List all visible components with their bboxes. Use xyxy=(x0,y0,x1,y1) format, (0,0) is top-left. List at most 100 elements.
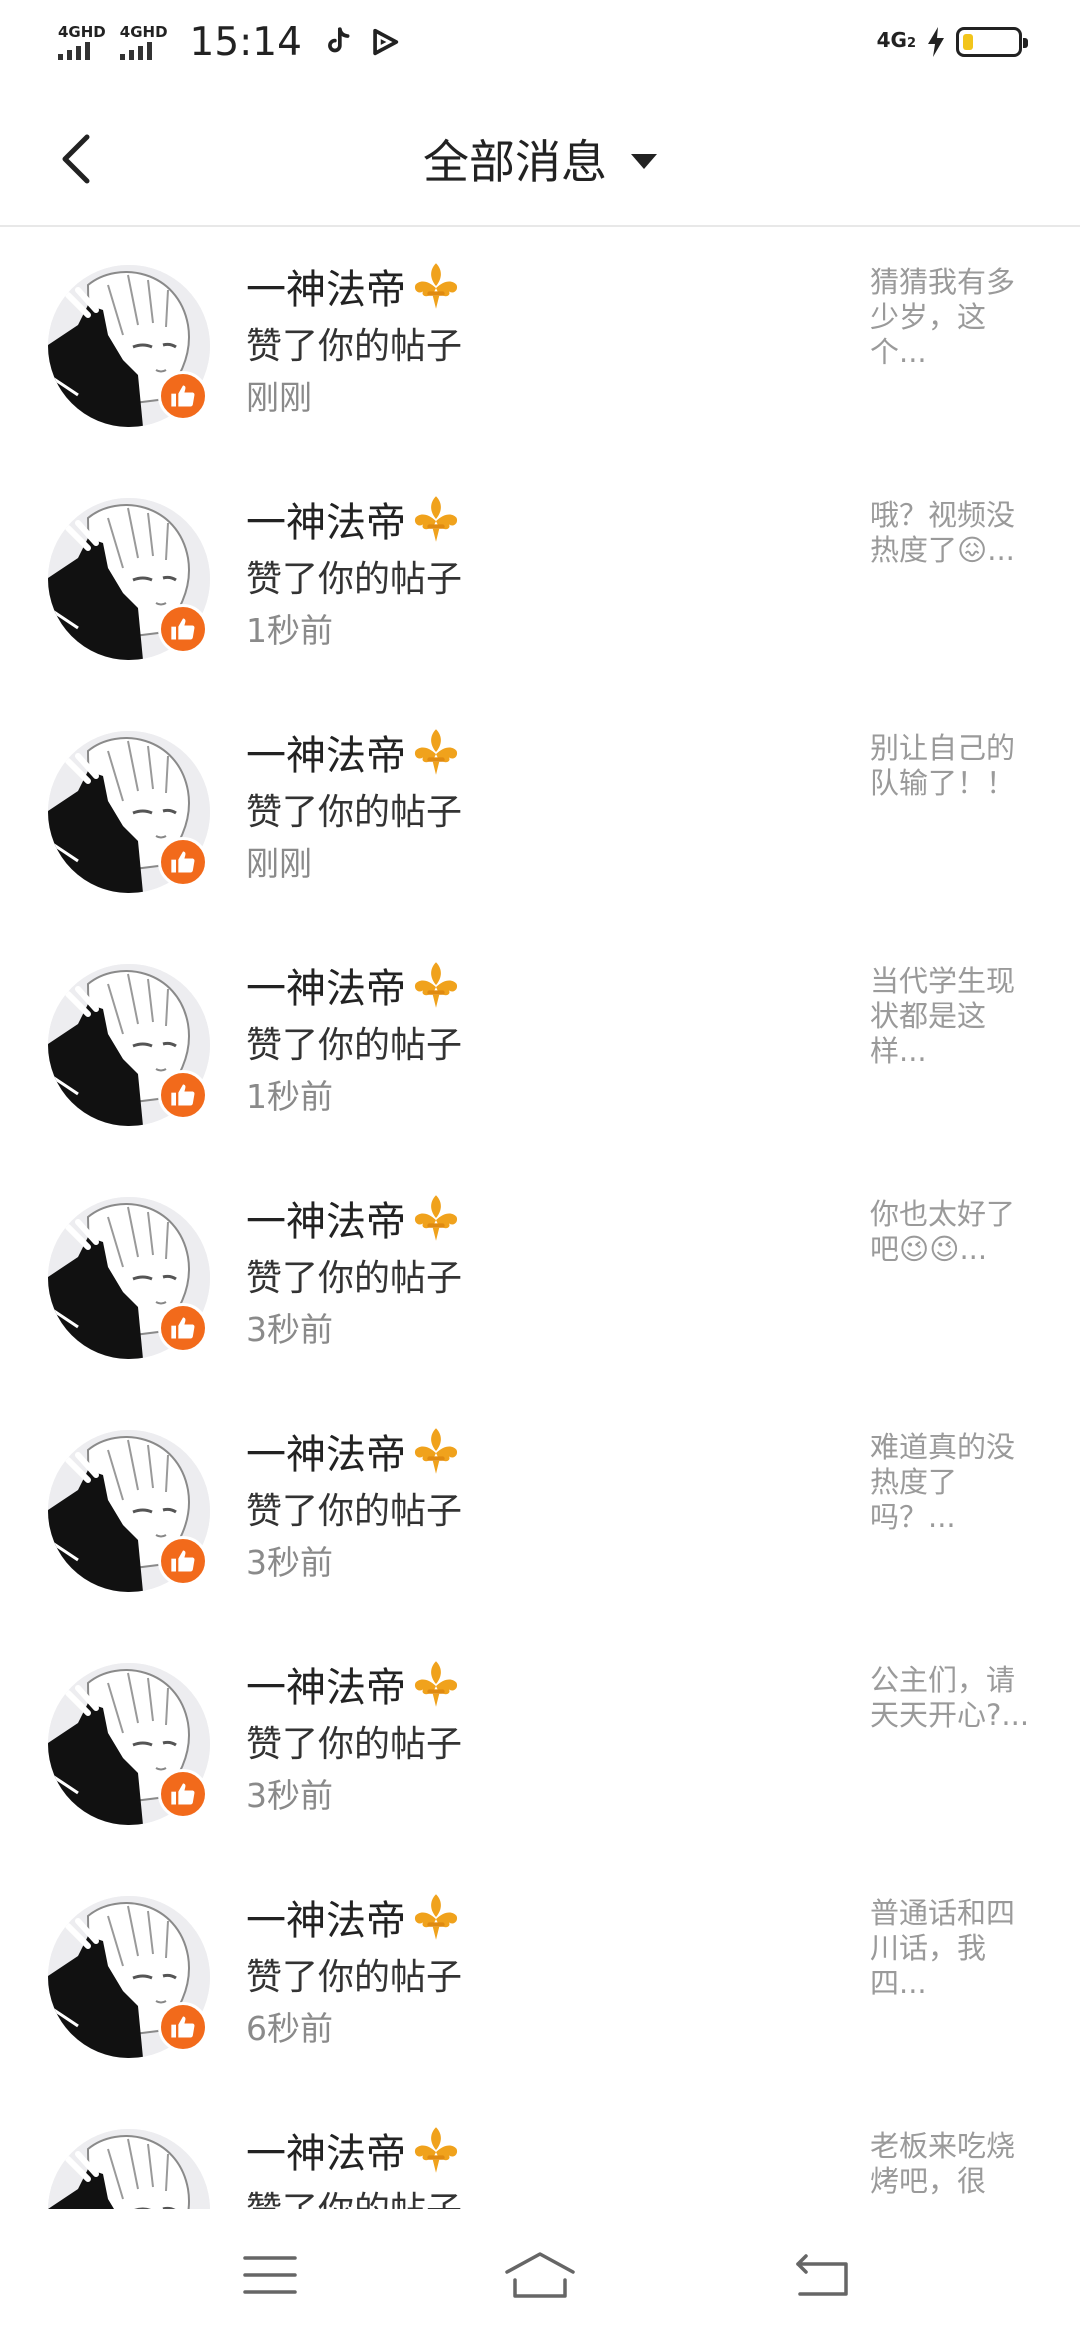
system-nav-bar xyxy=(0,2210,1080,2340)
action-text: 赞了你的帖子 xyxy=(246,1025,463,1066)
caret-down-icon xyxy=(631,153,657,169)
message-list[interactable]: 一神法帝 赞了你的帖子 刚刚 猜猜我有多少岁，这个... 一神法帝 赞了你的帖子… xyxy=(0,229,1080,2209)
fleur-de-lis-badge-icon xyxy=(414,2127,458,2173)
sender-row: 一神法帝 xyxy=(246,2121,462,2179)
fleur-de-lis-badge-icon xyxy=(414,496,458,542)
post-preview[interactable]: 难道真的没热度了吗？... xyxy=(870,1430,1030,1535)
thumbs-up-icon xyxy=(171,1550,195,1572)
network-indicator: 4G2 xyxy=(876,28,916,53)
thumbs-up-icon xyxy=(171,618,195,640)
action-text: 赞了你的帖子 xyxy=(246,1491,463,1532)
message-item[interactable]: 一神法帝 赞了你的帖子 1秒前 哦？视频没热度了😖... xyxy=(0,462,1080,695)
play-icon xyxy=(373,28,399,56)
post-preview[interactable]: 老板来吃烧烤吧，很 xyxy=(870,2129,1030,2199)
home-button[interactable] xyxy=(500,2240,580,2310)
thumbs-up-icon xyxy=(171,2016,195,2038)
timestamp: 刚刚 xyxy=(246,844,312,883)
fleur-de-lis-badge-icon xyxy=(414,1894,458,1940)
charging-icon xyxy=(928,27,944,57)
message-item[interactable]: 一神法帝 赞了你的帖子 3秒前 你也太好了吧😉😉... xyxy=(0,1161,1080,1394)
signal-label-2: 4GHD xyxy=(119,22,168,41)
timestamp: 3秒前 xyxy=(246,1776,333,1815)
signal-indicator-2: 4GHD xyxy=(119,22,168,60)
post-preview[interactable]: 当代学生现状都是这样... xyxy=(870,964,1030,1069)
sender-row: 一神法帝 xyxy=(246,956,462,1014)
sender-name: 一神法帝 xyxy=(246,733,406,779)
sender-name: 一神法帝 xyxy=(246,500,406,546)
fleur-de-lis-badge-icon xyxy=(414,729,458,775)
message-item[interactable]: 一神法帝 赞了你的帖子 3秒前 公主们，请天天开心?... xyxy=(0,1627,1080,1860)
sender-name: 一神法帝 xyxy=(246,1665,406,1711)
fleur-de-lis-badge-icon xyxy=(414,1428,458,1474)
timestamp: 1秒前 xyxy=(246,611,333,650)
post-preview[interactable]: 别让自己的队输了！！ xyxy=(870,731,1030,801)
like-badge xyxy=(158,2002,208,2052)
sender-row: 一神法帝 xyxy=(246,490,462,548)
message-item[interactable]: 一神法帝 赞了你的帖子 6秒前 普通话和四川话，我四... xyxy=(0,1860,1080,2093)
action-text: 赞了你的帖子 xyxy=(246,326,463,367)
sender-name: 一神法帝 xyxy=(246,2131,406,2177)
action-text: 赞了你的帖子 xyxy=(246,792,463,833)
like-badge xyxy=(158,1536,208,1586)
post-preview[interactable]: 公主们，请天天开心?... xyxy=(870,1663,1030,1733)
timestamp: 3秒前 xyxy=(246,1543,333,1582)
sender-row: 一神法帝 xyxy=(246,1655,462,1713)
thumbs-up-icon xyxy=(171,1317,195,1339)
thumbs-up-icon xyxy=(171,851,195,873)
timestamp: 1秒前 xyxy=(246,1077,333,1116)
title-dropdown[interactable]: 全部消息 xyxy=(0,124,1080,194)
tiktok-icon xyxy=(328,27,350,53)
message-item[interactable]: 一神法帝 赞了你的帖子 3秒前 难道真的没热度了吗？... xyxy=(0,1394,1080,1627)
network-label: 4G xyxy=(876,28,907,52)
action-text: 赞了你的帖子 xyxy=(246,559,463,600)
timestamp: 刚刚 xyxy=(246,378,312,417)
sender-row: 一神法帝 xyxy=(246,1189,462,1247)
menu-icon xyxy=(243,2256,297,2294)
fleur-de-lis-badge-icon xyxy=(414,962,458,1008)
message-item[interactable]: 一神法帝 赞了你的帖子 1秒前 当代学生现状都是这样... xyxy=(0,928,1080,1161)
post-preview[interactable]: 猜猜我有多少岁，这个... xyxy=(870,265,1030,370)
action-text: 赞了你的帖子 xyxy=(246,1724,463,1765)
signal-label-1: 4GHD xyxy=(58,22,106,41)
action-text: 赞了你的帖子 xyxy=(246,2181,462,2209)
message-item[interactable]: 一神法帝 赞了你的帖子 刚刚 猜猜我有多少岁，这个... xyxy=(0,229,1080,462)
post-preview[interactable]: 你也太好了吧😉😉... xyxy=(870,1197,1030,1267)
home-icon xyxy=(505,2252,575,2298)
thumbs-up-icon xyxy=(171,385,195,407)
action-text: 赞了你的帖子 xyxy=(246,1957,463,1998)
sender-row: 一神法帝 xyxy=(246,1888,462,1946)
sender-name: 一神法帝 xyxy=(246,1432,406,1478)
sender-row: 一神法帝 xyxy=(246,257,462,315)
like-badge xyxy=(158,371,208,421)
message-item[interactable]: 一神法帝 赞了你的帖子 老板来吃烧烤吧，很 xyxy=(0,2093,1080,2209)
avatar[interactable] xyxy=(48,2129,210,2209)
post-preview[interactable]: 哦？视频没热度了😖... xyxy=(870,498,1030,568)
thumbs-up-icon xyxy=(171,1084,195,1106)
action-text: 赞了你的帖子 xyxy=(246,1258,463,1299)
sender-name: 一神法帝 xyxy=(246,1898,406,1944)
sender-name: 一神法帝 xyxy=(246,267,406,313)
fleur-de-lis-badge-icon xyxy=(414,1661,458,1707)
sender-name: 一神法帝 xyxy=(246,1199,406,1245)
sender-row: 一神法帝 xyxy=(246,1422,462,1480)
message-item[interactable]: 一神法帝 赞了你的帖子 刚刚 别让自己的队输了！！ xyxy=(0,695,1080,928)
network-sub: 2 xyxy=(906,36,916,51)
fleur-de-lis-badge-icon xyxy=(414,263,458,309)
back-nav-button[interactable] xyxy=(784,2240,864,2310)
clock: 15:14 xyxy=(189,19,302,65)
status-bar: 4GHD 4GHD 15:14 4G2 xyxy=(0,0,1080,84)
post-preview[interactable]: 普通话和四川话，我四... xyxy=(870,1896,1030,2001)
menu-button[interactable] xyxy=(230,2240,310,2310)
timestamp: 6秒前 xyxy=(246,2009,333,2048)
like-badge xyxy=(158,837,208,887)
signal-indicator-1: 4GHD xyxy=(58,22,106,60)
timestamp: 3秒前 xyxy=(246,1310,333,1349)
page-title: 全部消息 xyxy=(423,135,607,189)
like-badge xyxy=(158,1303,208,1353)
like-badge xyxy=(158,604,208,654)
like-badge xyxy=(158,1769,208,1819)
like-badge xyxy=(158,1070,208,1120)
page-header: 全部消息 xyxy=(0,84,1080,227)
fleur-de-lis-badge-icon xyxy=(414,1195,458,1241)
thumbs-up-icon xyxy=(171,1783,195,1805)
